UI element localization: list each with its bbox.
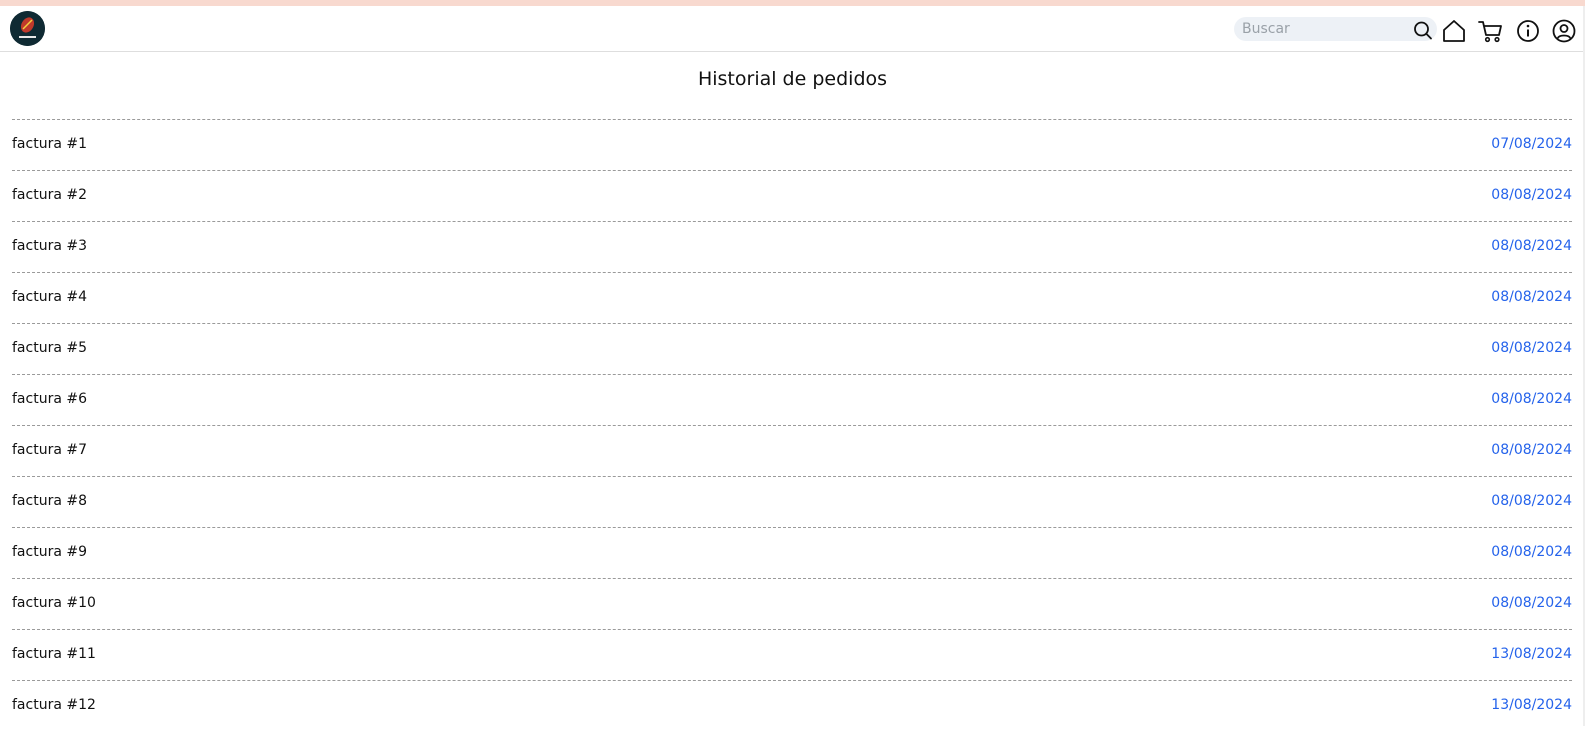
order-label: factura #6 [12,391,87,407]
order-date: 07/08/2024 [1491,136,1572,152]
search-input[interactable] [1242,19,1402,39]
order-row[interactable]: factura #8 08/08/2024 [12,476,1572,527]
order-date: 08/08/2024 [1491,493,1572,509]
order-row[interactable]: factura #7 08/08/2024 [12,425,1572,476]
order-row[interactable]: factura #10 08/08/2024 [12,578,1572,629]
cart-icon[interactable] [1478,18,1504,44]
order-date: 08/08/2024 [1491,391,1572,407]
order-row[interactable]: factura #2 08/08/2024 [12,170,1572,221]
order-date: 08/08/2024 [1491,442,1572,458]
order-label: factura #5 [12,340,87,356]
order-date: 08/08/2024 [1491,187,1572,203]
search-bar [1234,17,1437,41]
order-date: 13/08/2024 [1491,697,1572,713]
order-label: factura #9 [12,544,87,560]
order-label: factura #12 [12,697,96,713]
order-label: factura #8 [12,493,87,509]
order-row[interactable]: factura #11 13/08/2024 [12,629,1572,680]
order-date: 08/08/2024 [1491,544,1572,560]
order-row[interactable]: factura #5 08/08/2024 [12,323,1572,374]
order-label: factura #3 [12,238,87,254]
order-date: 08/08/2024 [1491,340,1572,356]
user-icon[interactable] [1551,18,1577,44]
order-label: factura #2 [12,187,87,203]
order-row[interactable]: factura #6 08/08/2024 [12,374,1572,425]
order-row[interactable]: factura #1 07/08/2024 [12,119,1572,170]
order-date: 08/08/2024 [1491,595,1572,611]
order-label: factura #1 [12,136,87,152]
order-label: factura #4 [12,289,87,305]
order-row[interactable]: factura #4 08/08/2024 [12,272,1572,323]
brand-logo-icon[interactable] [10,11,45,46]
page-title: Historial de pedidos [697,68,888,90]
order-date: 08/08/2024 [1491,238,1572,254]
order-history-list: factura #1 07/08/2024 factura #2 08/08/2… [12,119,1572,731]
order-row[interactable]: factura #9 08/08/2024 [12,527,1572,578]
top-navbar [0,6,1585,52]
order-row[interactable]: factura #12 13/08/2024 [12,680,1572,731]
order-date: 13/08/2024 [1491,646,1572,662]
order-label: factura #7 [12,442,87,458]
info-icon[interactable] [1515,18,1541,44]
search-icon[interactable] [1412,19,1434,41]
order-label: factura #11 [12,646,96,662]
home-icon[interactable] [1441,18,1467,44]
order-row[interactable]: factura #3 08/08/2024 [12,221,1572,272]
order-date: 08/08/2024 [1491,289,1572,305]
order-label: factura #10 [12,595,96,611]
